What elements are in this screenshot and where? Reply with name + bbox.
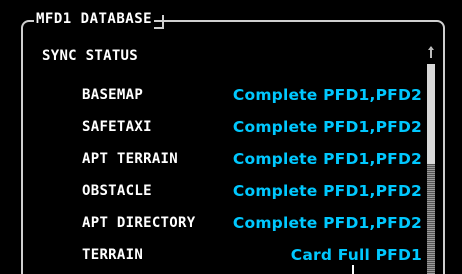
scroll-up-arrow-icon[interactable] bbox=[428, 46, 434, 58]
sync-row[interactable]: BASEMAP Complete PFD1,PFD2 bbox=[0, 85, 462, 113]
row-status: Complete PFD1,PFD2 bbox=[232, 86, 422, 104]
title-tick bbox=[162, 15, 164, 29]
sync-row[interactable]: APT DIRECTORY Complete PFD1,PFD2 bbox=[0, 213, 462, 241]
window-title: MFD1 DATABASE bbox=[34, 9, 155, 29]
row-status: Complete PFD1,PFD2 bbox=[232, 182, 422, 200]
row-label: APT DIRECTORY bbox=[82, 215, 196, 231]
sync-row[interactable]: APT TERRAIN Complete PFD1,PFD2 bbox=[0, 149, 462, 177]
row-label: BASEMAP bbox=[82, 87, 144, 103]
row-status: Complete PFD1,PFD2 bbox=[232, 118, 422, 136]
sync-row[interactable]: TERRAIN Card Full PFD1 bbox=[0, 245, 462, 273]
scrollbar[interactable] bbox=[427, 46, 435, 274]
row-status: Complete PFD1,PFD2 bbox=[232, 150, 422, 168]
row-label: TERRAIN bbox=[82, 247, 144, 263]
row-label: APT TERRAIN bbox=[82, 151, 179, 167]
sync-row[interactable]: SAFETAXI Complete PFD1,PFD2 bbox=[0, 117, 462, 145]
row-status: Complete PFD1,PFD2 bbox=[232, 214, 422, 232]
scroll-track-remainder bbox=[427, 164, 435, 274]
cursor-indicator bbox=[352, 265, 354, 274]
section-title: SYNC STATUS bbox=[42, 48, 139, 64]
row-status: Card Full PFD1 bbox=[290, 246, 422, 264]
row-label: OBSTACLE bbox=[82, 183, 152, 199]
row-label: SAFETAXI bbox=[82, 119, 152, 135]
scroll-thumb[interactable] bbox=[427, 64, 435, 164]
sync-row[interactable]: OBSTACLE Complete PFD1,PFD2 bbox=[0, 181, 462, 209]
